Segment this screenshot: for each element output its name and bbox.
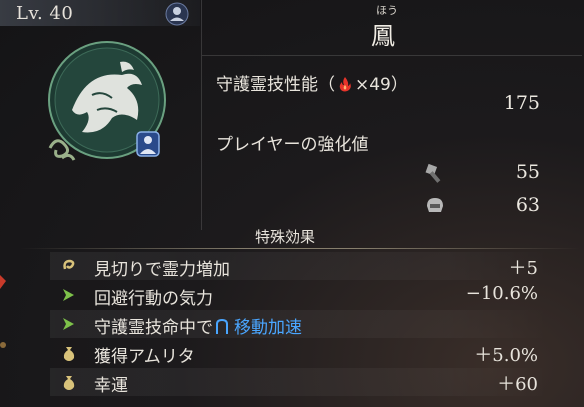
pouch-icon: [63, 376, 75, 390]
player-value-weapon: 55: [515, 161, 540, 183]
effect-label: 守護霊技命中で 移動加速: [94, 313, 302, 338]
effect-value: ＋5.0%: [474, 345, 538, 366]
effects-title-underline: [20, 248, 580, 249]
effect-row[interactable]: 見切りで霊力増加 ＋5: [50, 252, 550, 280]
effect-label-pre: 守護霊技命中で: [94, 318, 213, 338]
skill-label-pre: 守護霊技性能（: [216, 75, 335, 95]
effect-value: ＋5: [508, 258, 538, 279]
special-effects-title: 特殊効果: [255, 228, 316, 246]
pouch-icon: [63, 347, 75, 361]
phoenix-emblem-icon: [48, 41, 166, 161]
level-label: Lv. 40: [16, 3, 74, 24]
effect-label: 見切りで霊力増加: [94, 260, 230, 280]
effect-label-accent: 移動加速: [234, 318, 302, 338]
header-divider: [202, 55, 582, 56]
side-marker-icon: [0, 275, 6, 348]
player-enhancement-label: プレイヤーの強化値: [216, 135, 369, 155]
effect-label: 獲得アムリタ: [94, 347, 195, 367]
column-divider: [201, 0, 202, 230]
spirit-name: 鳳: [371, 22, 395, 50]
effect-row[interactable]: 獲得アムリタ ＋5.0%: [50, 339, 550, 367]
shield-outline-icon: [216, 318, 228, 334]
effect-label: 幸運: [94, 376, 128, 396]
flame-icon: [339, 77, 351, 92]
guardian-spirit-panel: Lv. 40 ほう 鳳 守護霊技性能（ ×49） 175 プレイヤーの強化値 5…: [0, 0, 584, 407]
ki-icon: [63, 259, 75, 270]
effect-value: −10.6%: [465, 283, 538, 304]
skill-performance-label: 守護霊技性能（ ×49）: [216, 70, 408, 95]
user-icon[interactable]: [165, 2, 189, 26]
effect-row[interactable]: 幸運 ＋60: [50, 368, 550, 396]
effect-row[interactable]: 守護霊技命中で 移動加速: [50, 310, 550, 338]
effect-row[interactable]: 回避行動の気力 −10.6%: [50, 281, 550, 309]
arrow-icon: [63, 289, 74, 301]
player-value-armor: 63: [515, 194, 540, 216]
arrow-icon: [63, 318, 74, 330]
effect-label: 回避行動の気力: [94, 289, 213, 309]
effect-value: ＋60: [497, 374, 538, 395]
skill-label-post: ×49）: [355, 75, 408, 95]
skill-performance-value: 175: [503, 92, 540, 114]
